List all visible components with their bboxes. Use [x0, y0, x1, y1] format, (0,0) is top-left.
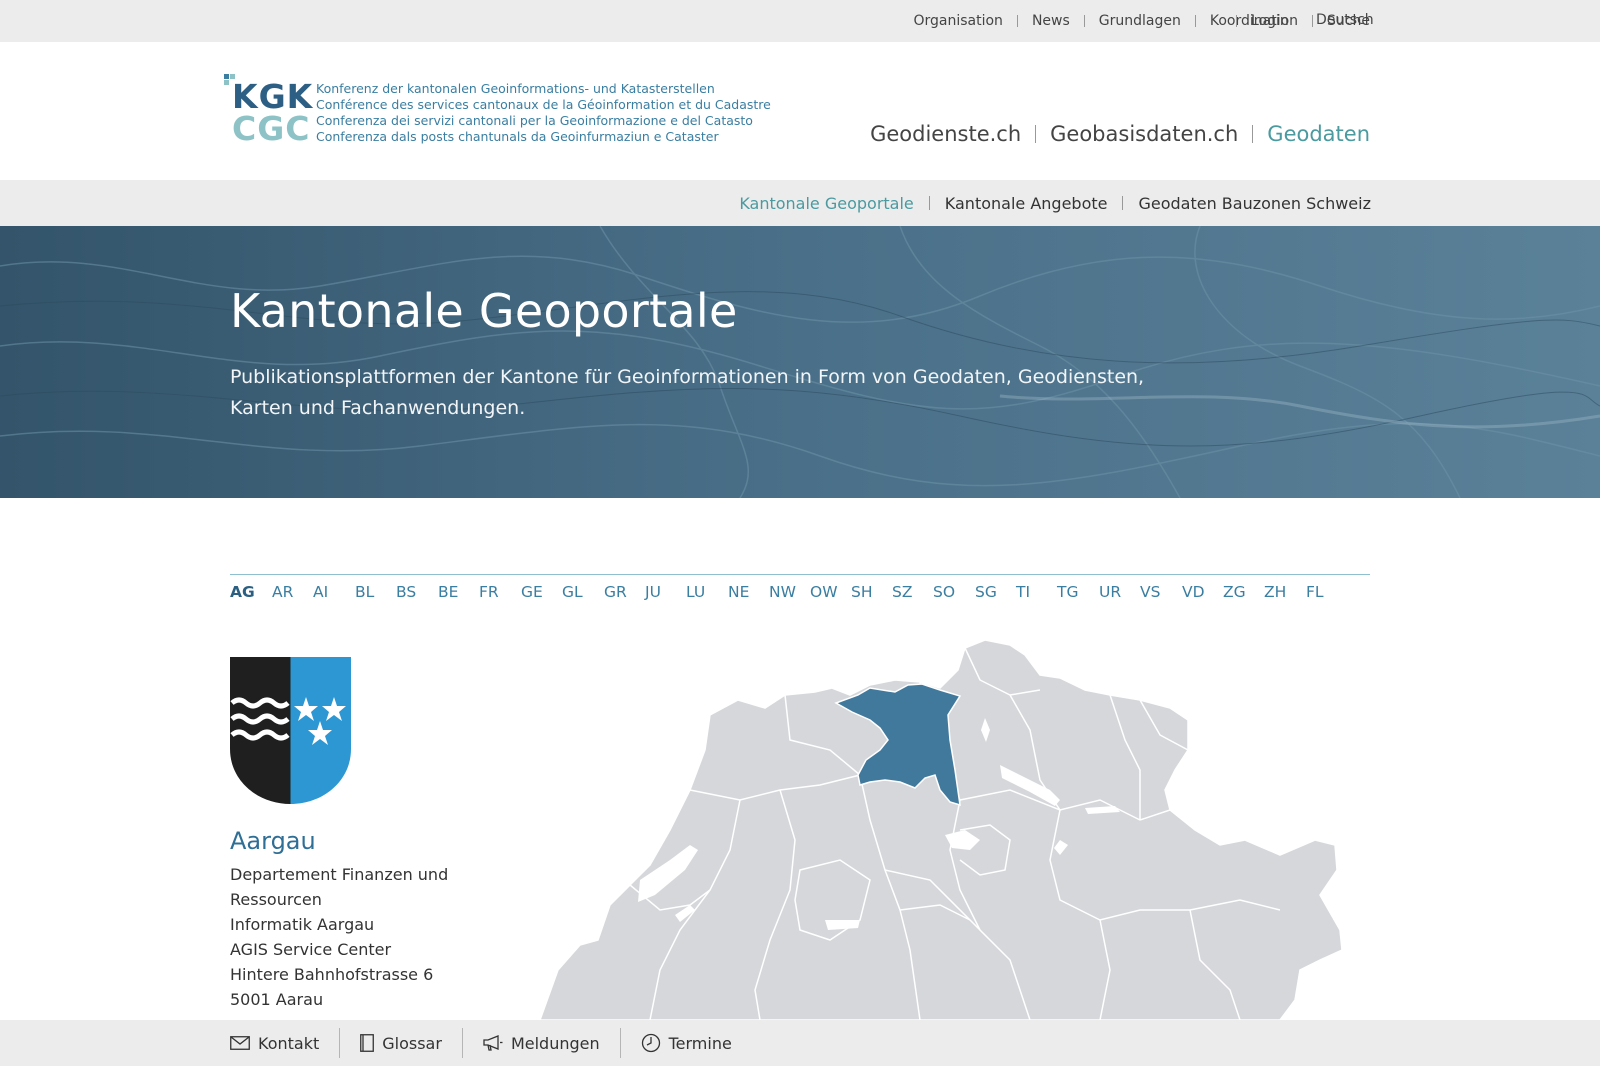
portal-geodaten[interactable]: Geodaten [1267, 122, 1370, 146]
logo-text: Konferenz der kantonalen Geoinformations… [316, 81, 771, 145]
logo-text-fr: Conférence des services cantonaux de la … [316, 97, 771, 112]
canton-tab-tg[interactable]: TG [1057, 583, 1078, 601]
login-area: Login [1236, 0, 1289, 42]
divider [1122, 196, 1124, 210]
canton-tab-zh[interactable]: ZH [1264, 583, 1286, 601]
logo-cgc: CGC [232, 109, 311, 148]
canton-tab-sg[interactable]: SG [975, 583, 997, 601]
footer-glossar-label: Glossar [382, 1033, 442, 1053]
canton-tab-sz[interactable]: SZ [892, 583, 912, 601]
address-line: Ressourcen [230, 890, 322, 909]
login-link[interactable]: Login [1251, 13, 1289, 29]
canton-tab-ai[interactable]: AI [313, 583, 328, 601]
sub-navigation: Kantonale Geoportale Kantonale Angebote … [0, 180, 1600, 226]
site-header: KGK CGC Konferenz der kantonalen Geoinfo… [0, 42, 1600, 180]
clock-icon [641, 1033, 660, 1053]
canton-tab-nw[interactable]: NW [769, 583, 796, 601]
divider [1194, 15, 1196, 27]
footer-bar: Kontakt Glossar Meldungen Termine [0, 1020, 1600, 1066]
canton-tab-ne[interactable]: NE [728, 583, 749, 601]
canton-tab-be[interactable]: BE [438, 583, 458, 601]
address-line: 5001 Aarau [230, 990, 324, 1009]
canton-tab-ur[interactable]: UR [1099, 583, 1121, 601]
subnav-kantonale-geoportale[interactable]: Kantonale Geoportale [739, 194, 913, 213]
switzerland-canton-map[interactable] [540, 640, 1380, 1020]
logo-text-de: Konferenz der kantonalen Geoinformations… [316, 81, 715, 96]
book-icon [360, 1034, 375, 1052]
footer-kontakt[interactable]: Kontakt [230, 1034, 319, 1053]
canton-tab-ow[interactable]: OW [810, 583, 838, 601]
divider [339, 1028, 341, 1058]
divider [1312, 15, 1314, 27]
top-utility-bar: Organisation News Grundlagen Koordinatio… [0, 0, 1600, 42]
footer-termine-label: Termine [668, 1033, 732, 1053]
envelope-icon [230, 1036, 250, 1050]
canton-address: Departement Finanzen und Ressourcen Info… [230, 862, 470, 1012]
page-intro: Publikationsplattformen der Kantone für … [230, 366, 1145, 419]
address-line: Hintere Bahnhofstrasse 6 [230, 965, 434, 984]
canton-tab-vd[interactable]: VD [1182, 583, 1205, 601]
canton-tab-bl[interactable]: BL [355, 583, 374, 601]
divider [928, 196, 930, 210]
canton-tab-bs[interactable]: BS [396, 583, 416, 601]
megaphone-icon [483, 1035, 503, 1051]
address-line: Informatik Aargau [230, 915, 375, 934]
footer-meldungen-label: Meldungen [510, 1033, 600, 1053]
portal-geobasisdaten[interactable]: Geobasisdaten.ch [1050, 122, 1238, 146]
canton-tab-sh[interactable]: SH [851, 583, 873, 601]
portal-geodienste[interactable]: Geodienste.ch [870, 122, 1021, 146]
divider [1236, 15, 1237, 27]
divider [1252, 125, 1254, 143]
canton-tabs: AG AR AI BL BS BE FR GE GL GR JU LU NE NW OW SH SZ SO SG TI… [230, 574, 1370, 614]
canton-tab-gr[interactable]: GR [604, 583, 627, 601]
footer-termine[interactable]: Termine [641, 1033, 732, 1053]
divider [1035, 125, 1037, 143]
nav-news[interactable]: News [1032, 13, 1070, 29]
aargau-coat-of-arms [230, 657, 351, 804]
footer-kontakt-label: Kontakt [258, 1033, 320, 1053]
canton-tab-so[interactable]: SO [933, 583, 955, 601]
hero-banner: Kantonale Geoportale Publikationsplattfo… [0, 226, 1600, 498]
nav-grundlagen[interactable]: Grundlagen [1099, 13, 1181, 29]
canton-name: Aargau [230, 827, 316, 855]
canton-tab-fl[interactable]: FL [1306, 583, 1324, 601]
footer-glossar[interactable]: Glossar [360, 1034, 442, 1053]
canton-tab-ar[interactable]: AR [272, 583, 293, 601]
utility-nav: Organisation News Grundlagen Koordinatio… [913, 0, 1370, 42]
divider [461, 1028, 463, 1058]
divider [619, 1028, 621, 1058]
canton-tab-ag[interactable]: AG [230, 583, 255, 601]
footer-meldungen[interactable]: Meldungen [483, 1034, 600, 1053]
subnav-kantonale-angebote[interactable]: Kantonale Angebote [945, 194, 1108, 213]
canton-tab-fr[interactable]: FR [479, 583, 499, 601]
kgk-logo[interactable]: KGK CGC Konferenz der kantonalen Geoinfo… [224, 74, 771, 145]
nav-organisation[interactable]: Organisation [913, 13, 1002, 29]
address-line: AGIS Service Center [230, 940, 392, 959]
page-title: Kantonale Geoportale [230, 284, 738, 338]
canton-tab-ju[interactable]: JU [645, 583, 661, 601]
portal-nav: Geodienste.ch Geobasisdaten.ch Geodaten [870, 122, 1370, 146]
divider [1016, 15, 1018, 27]
subnav-links: Kantonale Geoportale Kantonale Angebote … [739, 180, 1371, 226]
canton-tab-lu[interactable]: LU [686, 583, 705, 601]
logo-text-it: Conferenza dei servizi cantonali per la … [316, 113, 753, 128]
language-selector[interactable]: Deutsch [1316, 12, 1374, 28]
address-line: Departement Finanzen und [230, 865, 449, 884]
canton-tab-gl[interactable]: GL [562, 583, 583, 601]
canton-tab-ge[interactable]: GE [521, 583, 543, 601]
footer-nav: Kontakt Glossar Meldungen Termine [230, 1020, 732, 1066]
logo-mark: KGK CGC [224, 74, 312, 148]
canton-tab-vs[interactable]: VS [1140, 583, 1160, 601]
canton-tab-zg[interactable]: ZG [1223, 583, 1246, 601]
divider [1083, 15, 1085, 27]
subnav-geodaten-bauzonen[interactable]: Geodaten Bauzonen Schweiz [1138, 194, 1371, 213]
logo-text-rm: Conferenza dals posts chantunals da Geoi… [316, 129, 719, 144]
canton-tab-ti[interactable]: TI [1016, 583, 1030, 601]
